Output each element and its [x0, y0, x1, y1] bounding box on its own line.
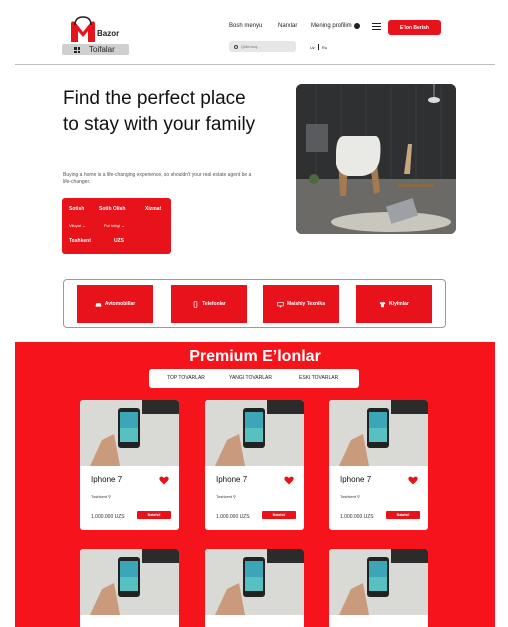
logo-text: Bazor: [97, 29, 120, 38]
premium-tabs: TOP TOVARLAR YANGI TOVARLAR ESKI TOVARLA…: [149, 369, 359, 388]
nav-prices[interactable]: Narxlar: [278, 23, 297, 29]
product-location-text: Toshkent: [340, 494, 357, 499]
category-label: Kiyimlar: [389, 301, 409, 307]
region-dropdown[interactable]: Viloyat ⌄: [69, 223, 85, 228]
grid-icon: [74, 47, 80, 53]
location-pin-icon: ⚲: [108, 494, 111, 499]
product-card[interactable]: [329, 549, 428, 627]
lang-divider: [317, 44, 319, 50]
product-card[interactable]: [205, 549, 304, 627]
heart-icon[interactable]: [284, 476, 294, 485]
language-switcher: Uz Ru: [310, 44, 327, 50]
product-location-text: Toshkent: [216, 494, 233, 499]
heart-icon[interactable]: [159, 476, 169, 485]
chevron-down-icon: ⌄: [82, 223, 86, 228]
product-image: [80, 400, 179, 466]
premium-section: Premium E’lonlar TOP TOVARLAR YANGI TOVA…: [15, 342, 495, 627]
product-location-text: Toshkent: [91, 494, 108, 499]
menu-icon[interactable]: [372, 23, 381, 30]
category-bar: Avtomobillar Telefonlar Maishiy Texnika …: [63, 279, 446, 328]
product-price: 1.000.000 UZS: [340, 514, 374, 520]
categories-button-label: Toifalar: [89, 45, 115, 54]
product-location: Toshkent ⚲: [216, 494, 236, 499]
categories-button[interactable]: Toifalar: [62, 44, 129, 55]
logo-mark-icon: [71, 16, 95, 42]
tab-new[interactable]: YANGI TOVARLAR: [229, 375, 272, 381]
user-icon: [353, 23, 360, 29]
monitor-icon: [277, 301, 284, 307]
currency-dropdown-label: Pul birligi: [104, 223, 121, 228]
filter-tab-sell[interactable]: Sotish: [69, 206, 84, 212]
page: Bazor Toifalar Bosh menyu Narxlar Mening…: [0, 0, 508, 627]
location-pin-icon: ⚲: [357, 494, 360, 499]
filter-location[interactable]: Toshkent: [69, 238, 91, 244]
filter-currency[interactable]: UZS: [114, 238, 124, 244]
post-ad-button[interactable]: E'lon Berish: [388, 20, 441, 35]
category-label: Avtomobillar: [104, 301, 136, 307]
category-label: Maishiy Texnika: [287, 301, 325, 307]
shirt-icon: [379, 301, 386, 307]
product-card[interactable]: Iphone 7 Toshkent ⚲ 1.000.000 UZS Batafs…: [329, 400, 428, 530]
details-button[interactable]: Batafsil: [262, 511, 296, 519]
category-phones[interactable]: Telefonlar: [171, 285, 247, 323]
phone-icon: [193, 300, 198, 308]
product-card[interactable]: Iphone 7 Toshkent ⚲ 1.000.000 UZS Batafs…: [80, 400, 179, 530]
product-name: Iphone 7: [216, 475, 248, 484]
lang-ru[interactable]: Ru: [322, 45, 327, 50]
header-divider: [15, 64, 495, 65]
nav-home[interactable]: Bosh menyu: [229, 23, 262, 29]
nav-profile-label: Mening profilim: [311, 23, 352, 29]
hero-subtitle: Buying a home is a life-changing experie…: [63, 172, 252, 185]
hero-title: Find the perfect place to stay with your…: [63, 88, 256, 135]
product-location: Toshkent ⚲: [91, 494, 111, 499]
product-image: [80, 549, 179, 615]
product-name: Iphone 7: [340, 475, 372, 484]
product-location: Toshkent ⚲: [340, 494, 360, 499]
product-card[interactable]: [80, 549, 179, 627]
category-cars[interactable]: Avtomobillar: [77, 285, 153, 323]
car-icon: [95, 302, 102, 307]
search-placeholder: Qidirmoq...: [241, 44, 261, 49]
product-image: [329, 549, 428, 615]
details-button[interactable]: Batafsil: [386, 511, 420, 519]
product-image: [205, 549, 304, 615]
nav-profile[interactable]: Mening profilim: [311, 23, 360, 29]
search-input[interactable]: Qidirmoq...: [229, 41, 296, 52]
details-button[interactable]: Batafsil: [137, 511, 171, 519]
search-icon: [234, 44, 238, 49]
filter-tab-buy[interactable]: Sotib Olish: [99, 206, 125, 212]
chevron-down-icon: ⌄: [121, 223, 125, 228]
filter-tab-service[interactable]: Xizmat: [145, 206, 161, 212]
heart-icon[interactable]: [408, 476, 418, 485]
product-name: Iphone 7: [91, 475, 123, 484]
product-image: [205, 400, 304, 466]
category-clothes[interactable]: Kiyimlar: [356, 285, 432, 323]
hero-image: [296, 84, 456, 234]
category-appliances[interactable]: Maishiy Texnika: [263, 285, 339, 323]
currency-dropdown[interactable]: Pul birligi ⌄: [104, 223, 125, 228]
category-label: Telefonlar: [202, 301, 226, 307]
logo[interactable]: Bazor: [66, 16, 126, 46]
region-dropdown-label: Viloyat: [69, 223, 81, 228]
location-pin-icon: ⚲: [233, 494, 236, 499]
product-card[interactable]: Iphone 7 Toshkent ⚲ 1.000.000 UZS Batafs…: [205, 400, 304, 530]
lang-uz[interactable]: Uz: [310, 45, 315, 50]
product-price: 1.000.000 UZS: [216, 514, 250, 520]
tab-old[interactable]: ESKI TOVARLAR: [299, 375, 338, 381]
search-filter-panel: Sotish Sotib Olish Xizmat Viloyat ⌄ Pul …: [62, 198, 171, 254]
tab-top[interactable]: TOP TOVARLAR: [167, 375, 205, 381]
premium-title: Premium E’lonlar: [189, 348, 321, 365]
product-image: [329, 400, 428, 466]
product-price: 1.000.000 UZS: [91, 514, 125, 520]
